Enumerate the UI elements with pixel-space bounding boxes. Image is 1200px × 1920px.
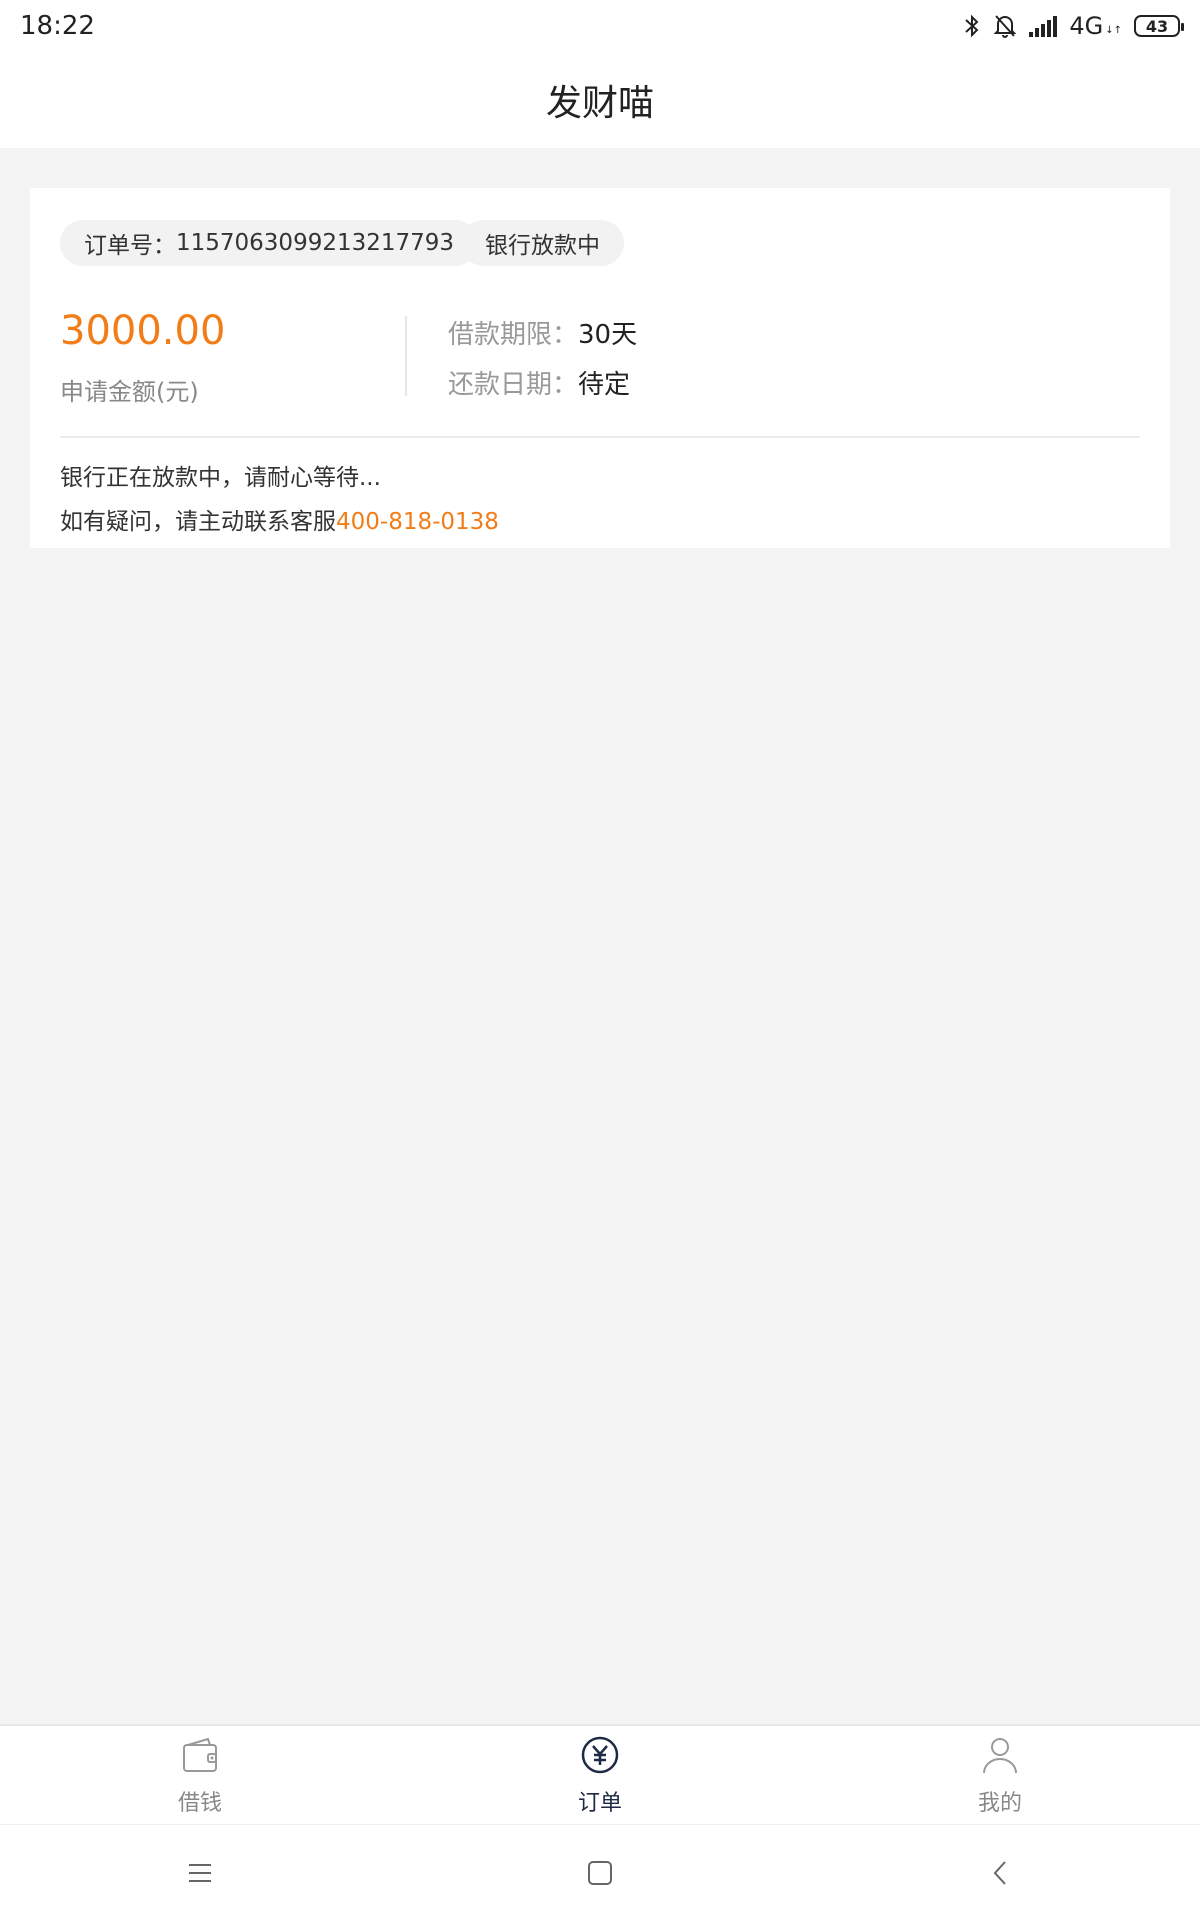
wallet-icon xyxy=(178,1733,222,1777)
title-bar: 发财喵 xyxy=(0,52,1200,148)
order-number-tag: 订单号： 1157063099213217793 xyxy=(60,220,479,266)
signal-icon xyxy=(1029,15,1058,37)
order-status-badge: 银行放款中 xyxy=(461,220,624,266)
mute-bell-icon xyxy=(993,13,1017,39)
home-square-icon xyxy=(588,1860,612,1885)
repay-date-label: 还款日期： xyxy=(448,370,579,400)
bluetooth-icon xyxy=(963,13,981,39)
app-screen: 18:22 4G ↓↑ 43 发财喵 订单号： 1157063099213217… xyxy=(0,0,1200,1920)
order-number-label: 订单号： xyxy=(84,233,176,259)
tab-mine[interactable]: 我的 xyxy=(800,1726,1200,1824)
order-number-value: 1157063099213217793 xyxy=(176,230,455,256)
repay-date-value: 待定 xyxy=(578,370,631,400)
loan-amount: 3000.00 xyxy=(60,308,226,354)
page-title: 发财喵 xyxy=(545,83,654,124)
menu-icon xyxy=(189,1863,211,1882)
tab-orders-label: 订单 xyxy=(577,1791,622,1816)
loan-term-value: 30天 xyxy=(578,320,638,350)
repay-date-row: 还款日期： 待定 xyxy=(448,364,630,401)
person-icon xyxy=(978,1733,1022,1777)
back-button[interactable] xyxy=(970,1843,1030,1903)
tab-borrow[interactable]: 借钱 xyxy=(0,1726,400,1824)
contact-prefix: 如有疑问，请主动联系客服 xyxy=(60,509,336,535)
tab-orders[interactable]: 订单 xyxy=(400,1726,800,1824)
menu-button[interactable] xyxy=(170,1843,230,1903)
battery-icon: 43 xyxy=(1134,15,1184,37)
tab-mine-label: 我的 xyxy=(977,1791,1022,1816)
loan-amount-label: 申请金额(元) xyxy=(60,378,199,406)
home-button[interactable] xyxy=(570,1843,630,1903)
status-time: 18:22 xyxy=(20,11,95,41)
order-card[interactable]: 订单号： 1157063099213217793 银行放款中 3000.00 申… xyxy=(30,188,1170,548)
tab-borrow-label: 借钱 xyxy=(177,1791,222,1816)
network-type: 4G xyxy=(1069,12,1104,40)
chevron-left-icon xyxy=(993,1860,1006,1885)
network-activity: ↓↑ xyxy=(1105,24,1122,36)
contact-message: 如有疑问，请主动联系客服400-818-0138 xyxy=(60,502,499,536)
system-nav-bar xyxy=(0,1824,1200,1920)
vertical-divider xyxy=(405,316,407,396)
loan-term-label: 借款期限： xyxy=(448,320,579,350)
status-message: 银行正在放款中，请耐心等待... xyxy=(60,465,381,491)
status-bar: 18:22 4G ↓↑ 43 xyxy=(0,0,1200,52)
loan-term-row: 借款期限： 30天 xyxy=(448,314,637,351)
horizontal-divider xyxy=(60,436,1140,438)
yuan-circle-icon xyxy=(578,1733,622,1777)
service-phone-link[interactable]: 400-818-0138 xyxy=(336,509,499,535)
bottom-tab-bar: 借钱 订单 我的 xyxy=(0,1724,1200,1824)
status-icons: 4G ↓↑ 43 xyxy=(963,12,1184,40)
